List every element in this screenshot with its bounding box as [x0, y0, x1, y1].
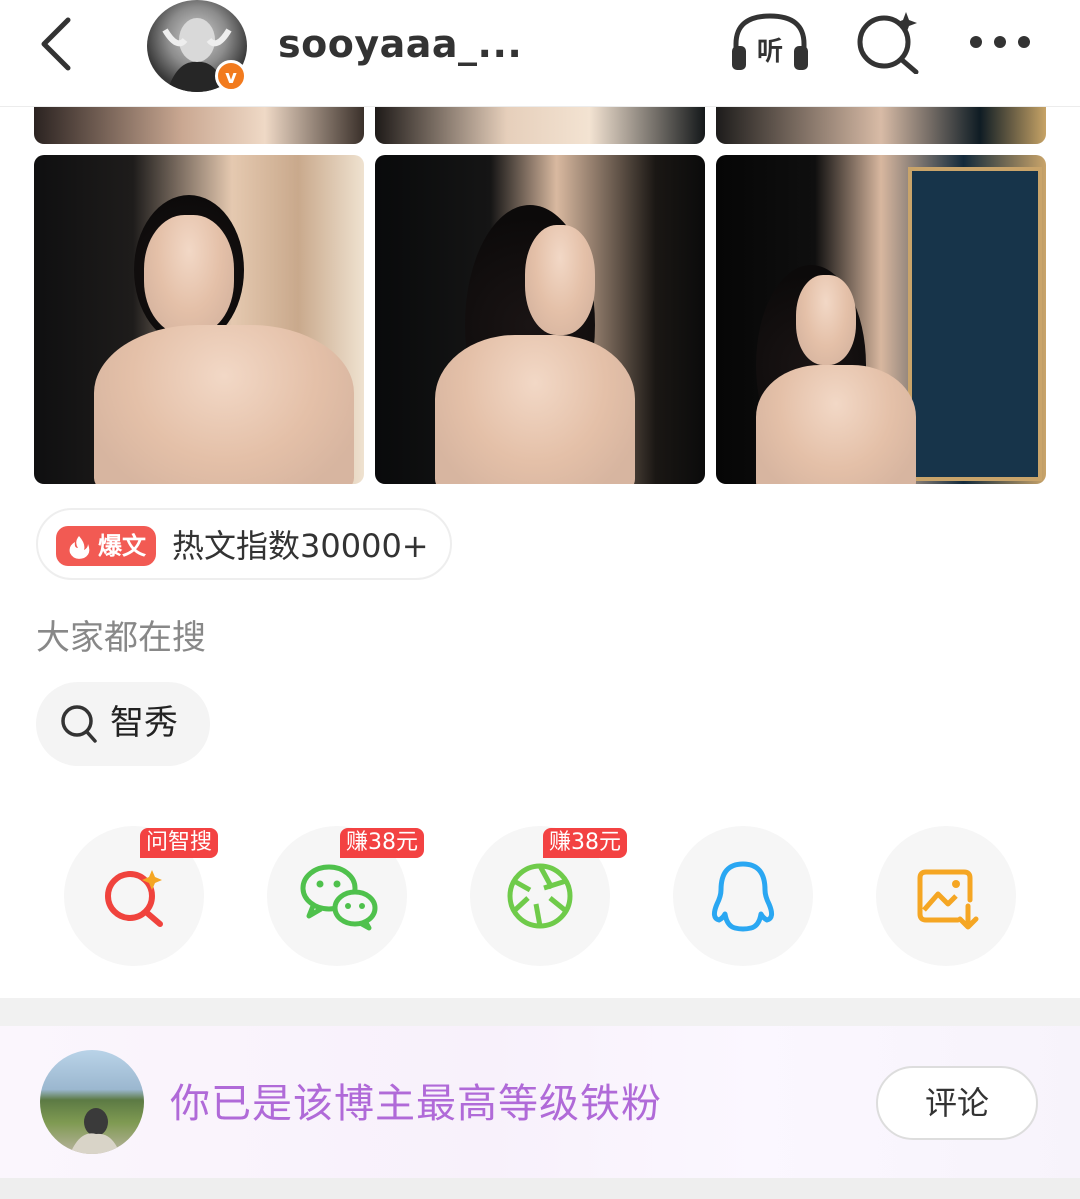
- more-icon: [970, 36, 1030, 48]
- back-icon: [41, 17, 71, 71]
- share-tag: 赚38元: [340, 828, 424, 858]
- comment-button[interactable]: 评论: [876, 1066, 1038, 1140]
- post-photo[interactable]: [34, 106, 364, 144]
- hot-index-text: 热文指数30000+: [172, 527, 429, 565]
- post-photo[interactable]: [375, 106, 705, 144]
- flame-icon: [69, 536, 90, 559]
- fan-level-message: 你已是该博主最高等级铁粉: [170, 1081, 662, 1127]
- section-divider: [0, 998, 1080, 1026]
- save-image-icon: [917, 869, 979, 930]
- share-tag: 问智搜: [140, 828, 219, 858]
- trending-search-heading: 大家都在搜: [36, 618, 206, 658]
- share-save-image-button[interactable]: [876, 826, 1016, 966]
- search-suggestion-chip[interactable]: 智秀: [36, 682, 210, 766]
- hot-index-badge[interactable]: 爆文 热文指数30000+: [36, 508, 452, 580]
- top-bar: v sooyaaa_... 听: [0, 0, 1080, 107]
- post-photo[interactable]: [34, 155, 364, 484]
- share-tag: 赚38元: [543, 828, 627, 858]
- svg-text:听: 听: [757, 37, 783, 67]
- my-avatar[interactable]: [40, 1050, 144, 1154]
- search-chip-label: 智秀: [110, 703, 178, 743]
- verified-badge: v: [215, 60, 247, 92]
- listen-button[interactable]: 听: [728, 10, 812, 74]
- post-photo[interactable]: [716, 155, 1046, 484]
- hot-tag: 爆文: [56, 526, 156, 566]
- username[interactable]: sooyaaa_...: [278, 22, 522, 66]
- hot-tag-label: 爆文: [98, 532, 146, 560]
- bottom-divider: [0, 1178, 1080, 1199]
- headphones-icon: 听: [732, 13, 808, 70]
- ai-search-icon: [857, 12, 919, 75]
- post-photo[interactable]: [375, 155, 705, 484]
- profile-avatar[interactable]: v: [145, 0, 249, 94]
- ai-search-button[interactable]: [848, 10, 932, 75]
- share-qq-button[interactable]: [673, 826, 813, 966]
- post-photo[interactable]: [716, 106, 1046, 144]
- search-icon: [61, 705, 97, 743]
- qq-penguin-icon: [711, 861, 775, 932]
- back-button[interactable]: [30, 12, 90, 72]
- more-button[interactable]: [960, 10, 1044, 74]
